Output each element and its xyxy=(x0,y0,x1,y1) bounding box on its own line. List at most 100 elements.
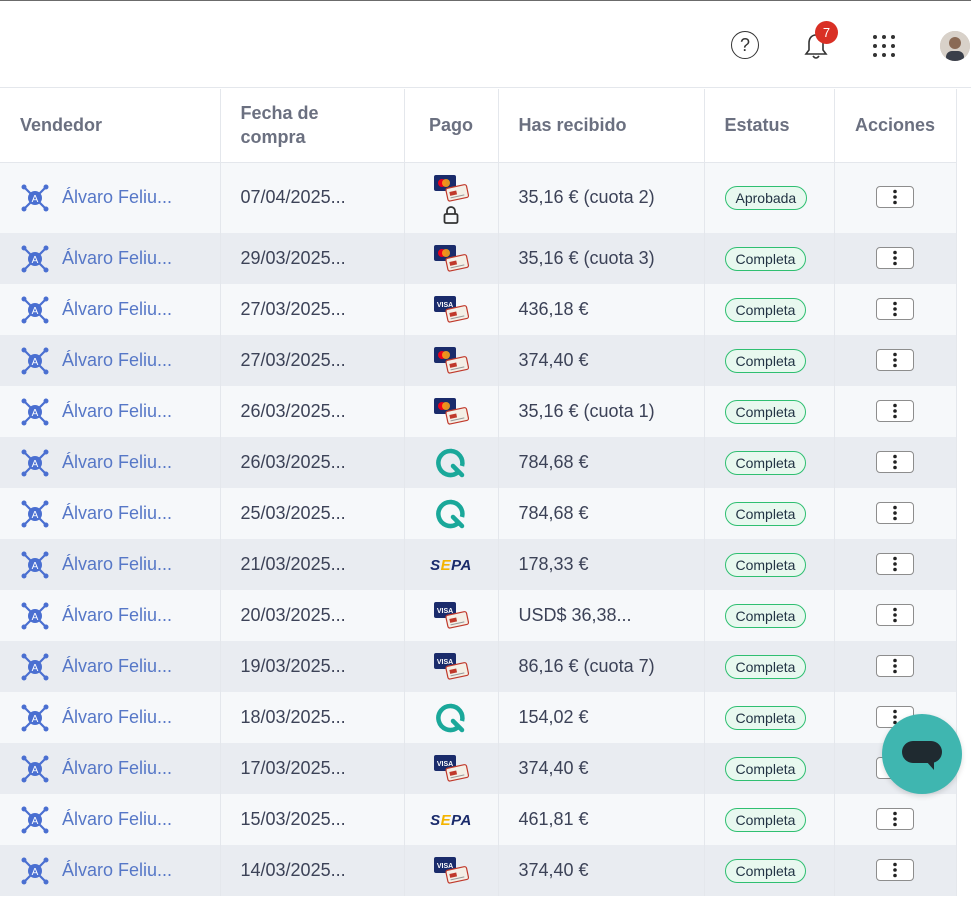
row-actions-button[interactable] xyxy=(876,654,914,677)
mastercard-card-icon xyxy=(432,395,470,429)
seller-link[interactable]: Álvaro Feliu... xyxy=(62,707,172,728)
seller-avatar-icon: A xyxy=(21,551,49,578)
status-badge: Completa xyxy=(724,501,807,526)
status-badge: Completa xyxy=(724,399,807,424)
header-pago[interactable]: Pago xyxy=(404,89,499,163)
status-badge: Completa xyxy=(724,246,807,271)
svg-text:A: A xyxy=(32,408,39,419)
status-cell: Completa xyxy=(704,233,835,284)
row-actions-button[interactable] xyxy=(876,246,914,269)
status-cell: Completa xyxy=(704,539,835,590)
payment-cell xyxy=(404,437,499,488)
kebab-menu-icon xyxy=(893,862,897,877)
kebab-menu-icon xyxy=(893,607,897,622)
seller-link[interactable]: Álvaro Feliu... xyxy=(62,503,172,524)
header-fecha[interactable]: Fecha de compra xyxy=(220,89,405,163)
kebab-menu-icon xyxy=(893,811,897,826)
status-cell: Completa xyxy=(704,437,835,488)
actions-cell xyxy=(834,162,957,233)
apps-grid-icon[interactable] xyxy=(872,34,898,60)
seller-cell: A Álvaro Feliu... xyxy=(0,335,221,386)
table-row[interactable]: A Álvaro Feliu... 14/03/2025... VISA 374,40 … xyxy=(0,845,957,896)
status-badge: Aprobada xyxy=(724,185,808,210)
seller-avatar-icon: A xyxy=(21,704,49,731)
table-row[interactable]: A Álvaro Feliu... 07/04/2025... 35,16 € (cu… xyxy=(0,162,957,233)
status-cell: Completa xyxy=(704,590,835,641)
svg-text:A: A xyxy=(32,194,39,205)
visa-card-icon: VISA xyxy=(432,599,470,633)
seller-cell: A Álvaro Feliu... xyxy=(0,233,221,284)
table-row[interactable]: A Álvaro Feliu... 17/03/2025... VISA 374,40 … xyxy=(0,743,957,794)
received-cell: 461,81 € xyxy=(498,794,705,845)
row-actions-button[interactable] xyxy=(876,858,914,881)
svg-text:A: A xyxy=(32,714,39,725)
seller-link[interactable]: Álvaro Feliu... xyxy=(62,809,172,830)
date-cell: 15/03/2025... xyxy=(220,794,405,845)
svg-text:A: A xyxy=(32,459,39,470)
table-row[interactable]: A Álvaro Feliu... 29/03/2025... 35,16 € (cu… xyxy=(0,233,957,284)
row-actions-button[interactable] xyxy=(876,399,914,422)
table-row[interactable]: A Álvaro Feliu... 15/03/2025... SEPA 461,81 … xyxy=(0,794,957,845)
seller-link[interactable]: Álvaro Feliu... xyxy=(62,299,172,320)
table-row[interactable]: A Álvaro Feliu... 27/03/2025... 374,40 € Com… xyxy=(0,335,957,386)
row-actions-button[interactable] xyxy=(876,450,914,473)
table-row[interactable]: A Álvaro Feliu... 26/03/2025... 35,16 € (cu… xyxy=(0,386,957,437)
seller-link[interactable]: Álvaro Feliu... xyxy=(62,248,172,269)
date-cell: 29/03/2025... xyxy=(220,233,405,284)
table-row[interactable]: A Álvaro Feliu... 21/03/2025... SEPA 178,33 … xyxy=(0,539,957,590)
table-row[interactable]: A Álvaro Feliu... 18/03/2025... 154,02 € Com… xyxy=(0,692,957,743)
received-cell: 178,33 € xyxy=(498,539,705,590)
seller-link[interactable]: Álvaro Feliu... xyxy=(62,350,172,371)
seller-link[interactable]: Álvaro Feliu... xyxy=(62,860,172,881)
row-actions-button[interactable] xyxy=(876,807,914,830)
table-row[interactable]: A Álvaro Feliu... 26/03/2025... 784,68 € Com… xyxy=(0,437,957,488)
kebab-menu-icon xyxy=(893,189,897,205)
seller-link[interactable]: Álvaro Feliu... xyxy=(62,605,172,626)
seller-link[interactable]: Álvaro Feliu... xyxy=(62,758,172,779)
seller-link[interactable]: Álvaro Feliu... xyxy=(62,187,172,208)
help-icon[interactable]: ? xyxy=(731,31,759,59)
seller-avatar-icon: A xyxy=(21,653,49,680)
row-actions-button[interactable] xyxy=(876,185,914,208)
svg-text:VISA: VISA xyxy=(437,761,453,768)
table-row[interactable]: A Álvaro Feliu... 20/03/2025... VISA USD$ 36… xyxy=(0,590,957,641)
status-badge: Completa xyxy=(724,603,807,628)
user-avatar[interactable] xyxy=(940,31,970,61)
notification-badge[interactable]: 7 xyxy=(815,21,838,44)
row-actions-button[interactable] xyxy=(876,603,914,626)
mastercard-card-icon xyxy=(432,344,470,378)
payment-cell: VISA xyxy=(404,284,499,335)
seller-link[interactable]: Álvaro Feliu... xyxy=(62,401,172,422)
table-row[interactable]: A Álvaro Feliu... 25/03/2025... 784,68 € Com… xyxy=(0,488,957,539)
row-actions-button[interactable] xyxy=(876,501,914,524)
row-actions-button[interactable] xyxy=(876,552,914,575)
status-badge: Completa xyxy=(724,450,807,475)
received-cell: 374,40 € xyxy=(498,743,705,794)
status-cell: Completa xyxy=(704,794,835,845)
status-badge: Completa xyxy=(724,705,807,730)
header-vendedor[interactable]: Vendedor xyxy=(0,89,221,163)
actions-cell xyxy=(834,386,957,437)
seller-link[interactable]: Álvaro Feliu... xyxy=(62,452,172,473)
seller-avatar-icon: A xyxy=(21,347,49,374)
header-acciones[interactable]: Acciones xyxy=(834,89,957,163)
seller-link[interactable]: Álvaro Feliu... xyxy=(62,656,172,677)
actions-cell xyxy=(834,845,957,896)
seller-cell: A Álvaro Feliu... xyxy=(0,794,221,845)
header-recibido[interactable]: Has recibido xyxy=(498,89,705,163)
table-row[interactable]: A Álvaro Feliu... 27/03/2025... VISA 436,18 … xyxy=(0,284,957,335)
orders-table: Vendedor Fecha de compra Pago Has recibi… xyxy=(0,89,957,896)
seller-link[interactable]: Álvaro Feliu... xyxy=(62,554,172,575)
row-actions-button[interactable] xyxy=(876,297,914,320)
table-row[interactable]: A Álvaro Feliu... 19/03/2025... VISA 86,16 €… xyxy=(0,641,957,692)
payment-cell xyxy=(404,233,499,284)
header-estatus[interactable]: Estatus xyxy=(704,89,835,163)
row-actions-button[interactable] xyxy=(876,348,914,371)
date-cell: 21/03/2025... xyxy=(220,539,405,590)
status-cell: Completa xyxy=(704,845,835,896)
date-cell: 14/03/2025... xyxy=(220,845,405,896)
chat-button[interactable] xyxy=(882,714,962,794)
seller-avatar-icon: A xyxy=(21,602,49,629)
seller-cell: A Álvaro Feliu... xyxy=(0,284,221,335)
received-cell: 436,18 € xyxy=(498,284,705,335)
